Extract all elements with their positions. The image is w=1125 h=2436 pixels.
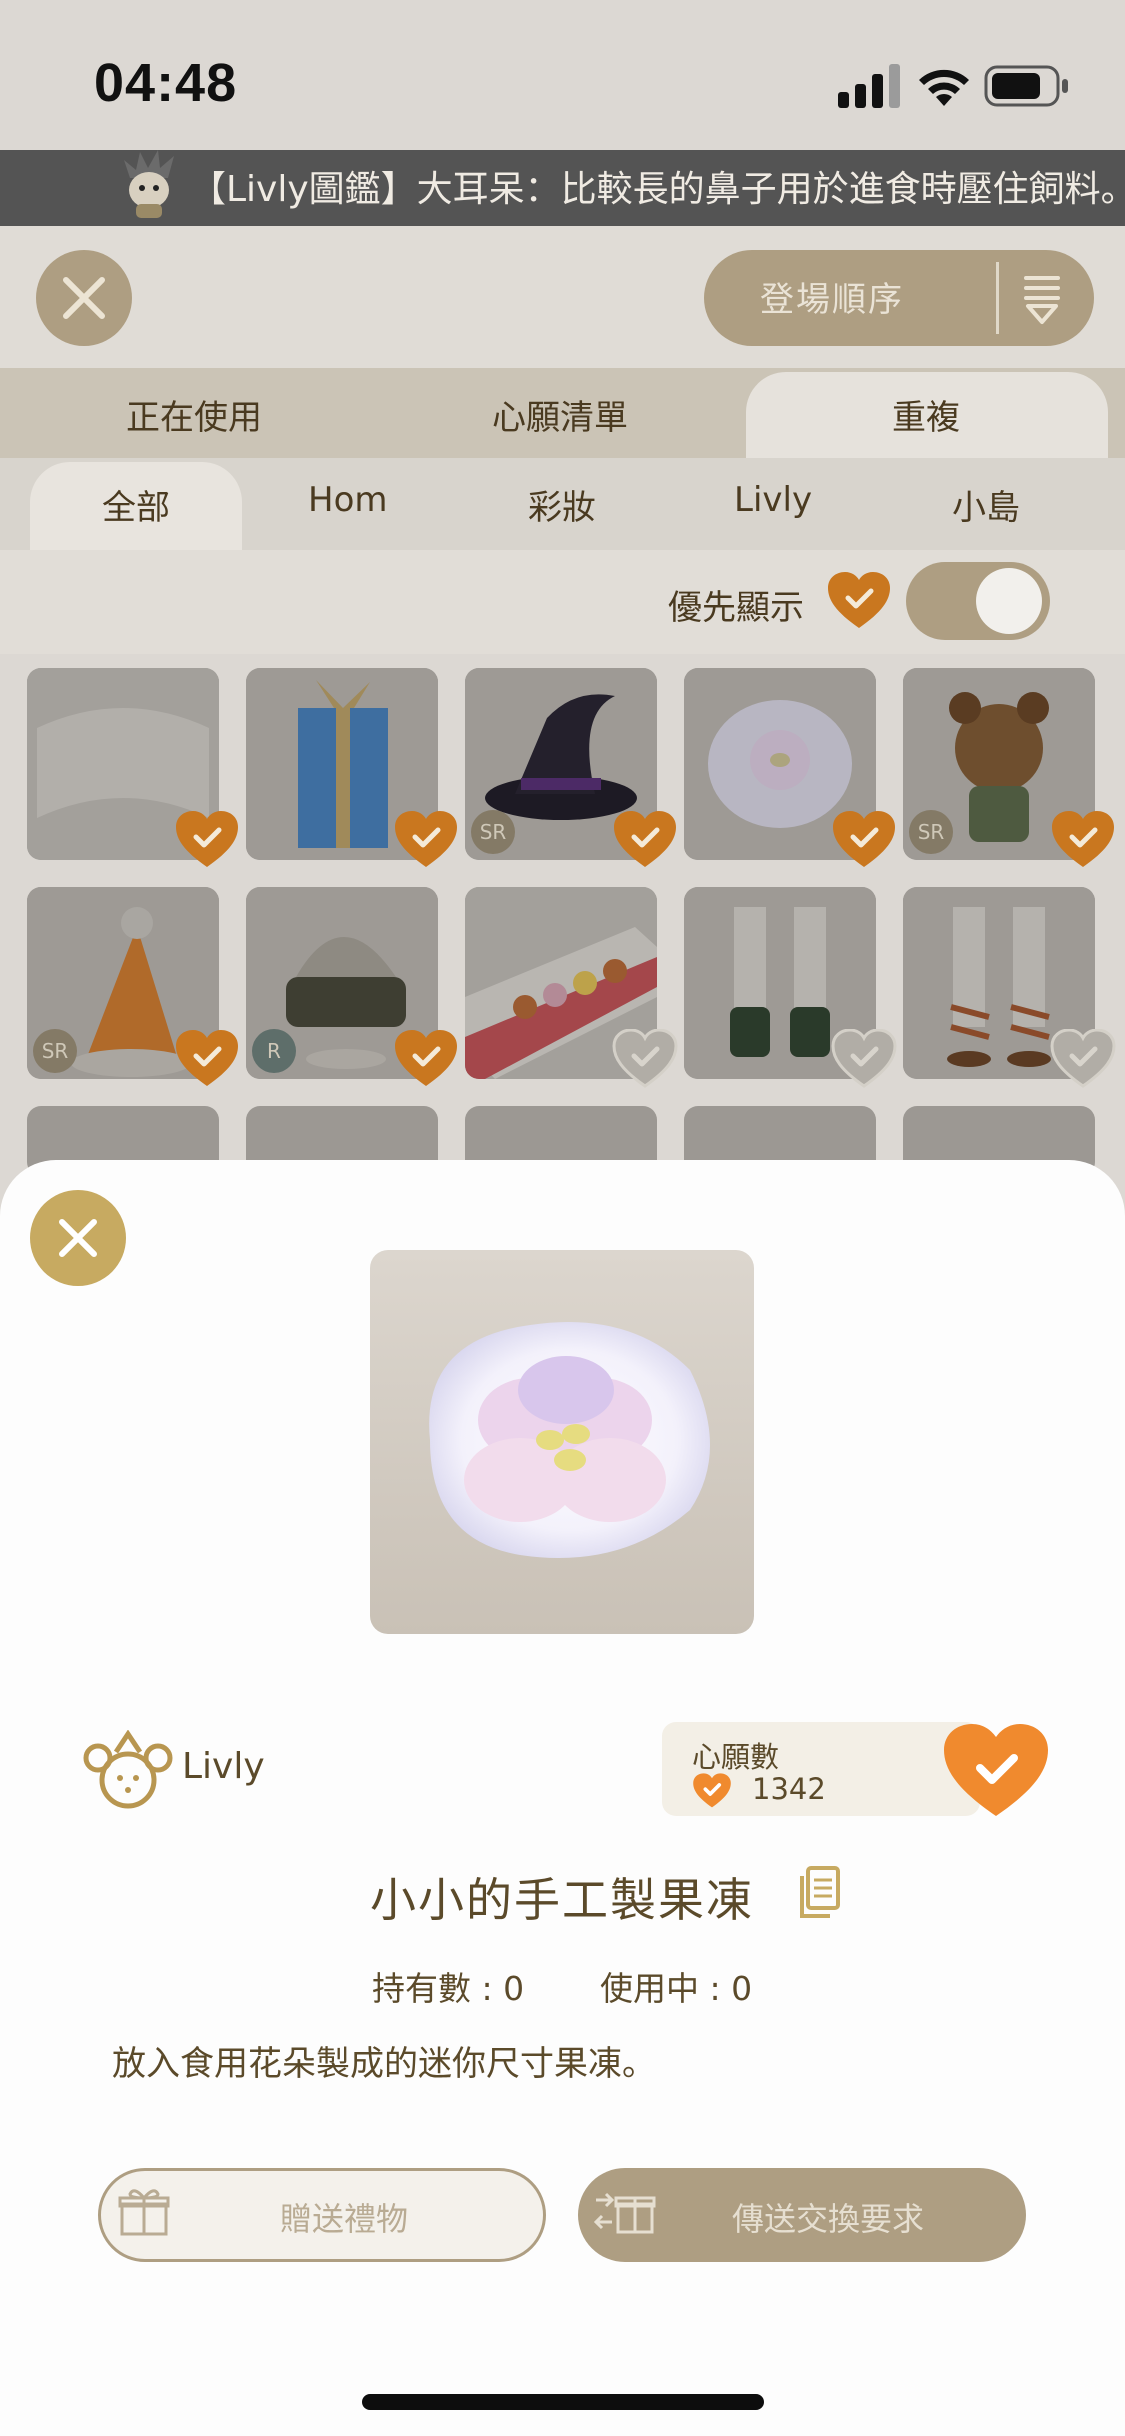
wishlist-heart-icon[interactable] [393, 810, 459, 870]
livly-avatar-icon [124, 150, 174, 218]
document-icon[interactable] [798, 1866, 842, 1920]
tab-island[interactable]: 小島 [952, 480, 1020, 529]
wish-count-value: 1342 [752, 1772, 826, 1806]
wifi-icon [919, 69, 969, 106]
ticker-text: 【Livly圖鑑】大耳呆：比較長的鼻子用於進食時壓住飼料。 [190, 169, 1125, 210]
wishlist-heart-icon[interactable] [1050, 810, 1116, 870]
wishlist-heart-icon[interactable] [174, 1029, 240, 1089]
heart-check-icon [693, 1773, 731, 1808]
cellular-signal-icon [838, 64, 900, 108]
status-time: 04:48 [94, 53, 238, 113]
close-icon [63, 277, 105, 319]
close-button[interactable] [36, 250, 132, 346]
rarity-badge: SR [471, 810, 515, 854]
wishlist-heart-icon[interactable] [831, 810, 897, 870]
item-name: 小小的手工製果凍 [370, 1873, 754, 1927]
item-description: 放入食用花朵製成的迷你尺寸果凍。 [112, 2044, 656, 2084]
sort-divider [996, 262, 999, 334]
brand-label: Livly [182, 1746, 265, 1787]
wishlist-heart-icon[interactable] [393, 1029, 459, 1089]
wish-count-title: 心願數 [692, 1740, 780, 1774]
close-sheet-button[interactable] [30, 1190, 126, 1286]
rarity-badge: SR [33, 1029, 77, 1073]
sort-filter-icon[interactable] [1020, 270, 1064, 326]
flower-jelly-image [429, 1322, 710, 1558]
livly-brand-icon [83, 1730, 173, 1809]
sort-order-label: 登場順序 [760, 280, 904, 320]
close-icon [59, 1219, 97, 1257]
send-gift-label: 贈送禮物 [280, 2200, 409, 2238]
battery-icon [984, 65, 1068, 107]
tab-makeup[interactable]: 彩妝 [528, 480, 596, 529]
tab-duplicates[interactable]: 重複 [892, 390, 960, 439]
heart-check-icon [828, 572, 890, 628]
send-trade-request-label: 傳送交換要求 [732, 2200, 925, 2238]
wishlist-heart-outline-icon[interactable] [1050, 1029, 1116, 1089]
wishlist-heart-outline-icon[interactable] [831, 1029, 897, 1089]
tab-all[interactable]: 全部 [102, 480, 170, 529]
trade-exchange-icon [594, 2192, 656, 2234]
owned-count: 持有數 : 0 [372, 1969, 525, 2008]
toggle-knob [976, 568, 1042, 634]
add-to-wishlist-heart-icon[interactable] [940, 1720, 1052, 1820]
tab-wishlist[interactable]: 心願清單 [492, 390, 628, 439]
in-use-count: 使用中 : 0 [600, 1969, 753, 2008]
rarity-badge: SR [909, 810, 953, 854]
wishlist-heart-icon[interactable] [612, 810, 678, 870]
priority-display-label: 優先顯示 [668, 588, 804, 628]
home-indicator[interactable] [362, 2394, 764, 2410]
tab-livly[interactable]: Livly [734, 480, 812, 520]
tab-in-use[interactable]: 正在使用 [126, 390, 262, 439]
tab-hom[interactable]: Hom [308, 480, 388, 520]
gift-icon [118, 2189, 170, 2236]
wishlist-heart-outline-icon[interactable] [612, 1029, 678, 1089]
rarity-badge: R [252, 1029, 296, 1073]
item-preview [370, 1250, 754, 1634]
wishlist-heart-icon[interactable] [174, 810, 240, 870]
